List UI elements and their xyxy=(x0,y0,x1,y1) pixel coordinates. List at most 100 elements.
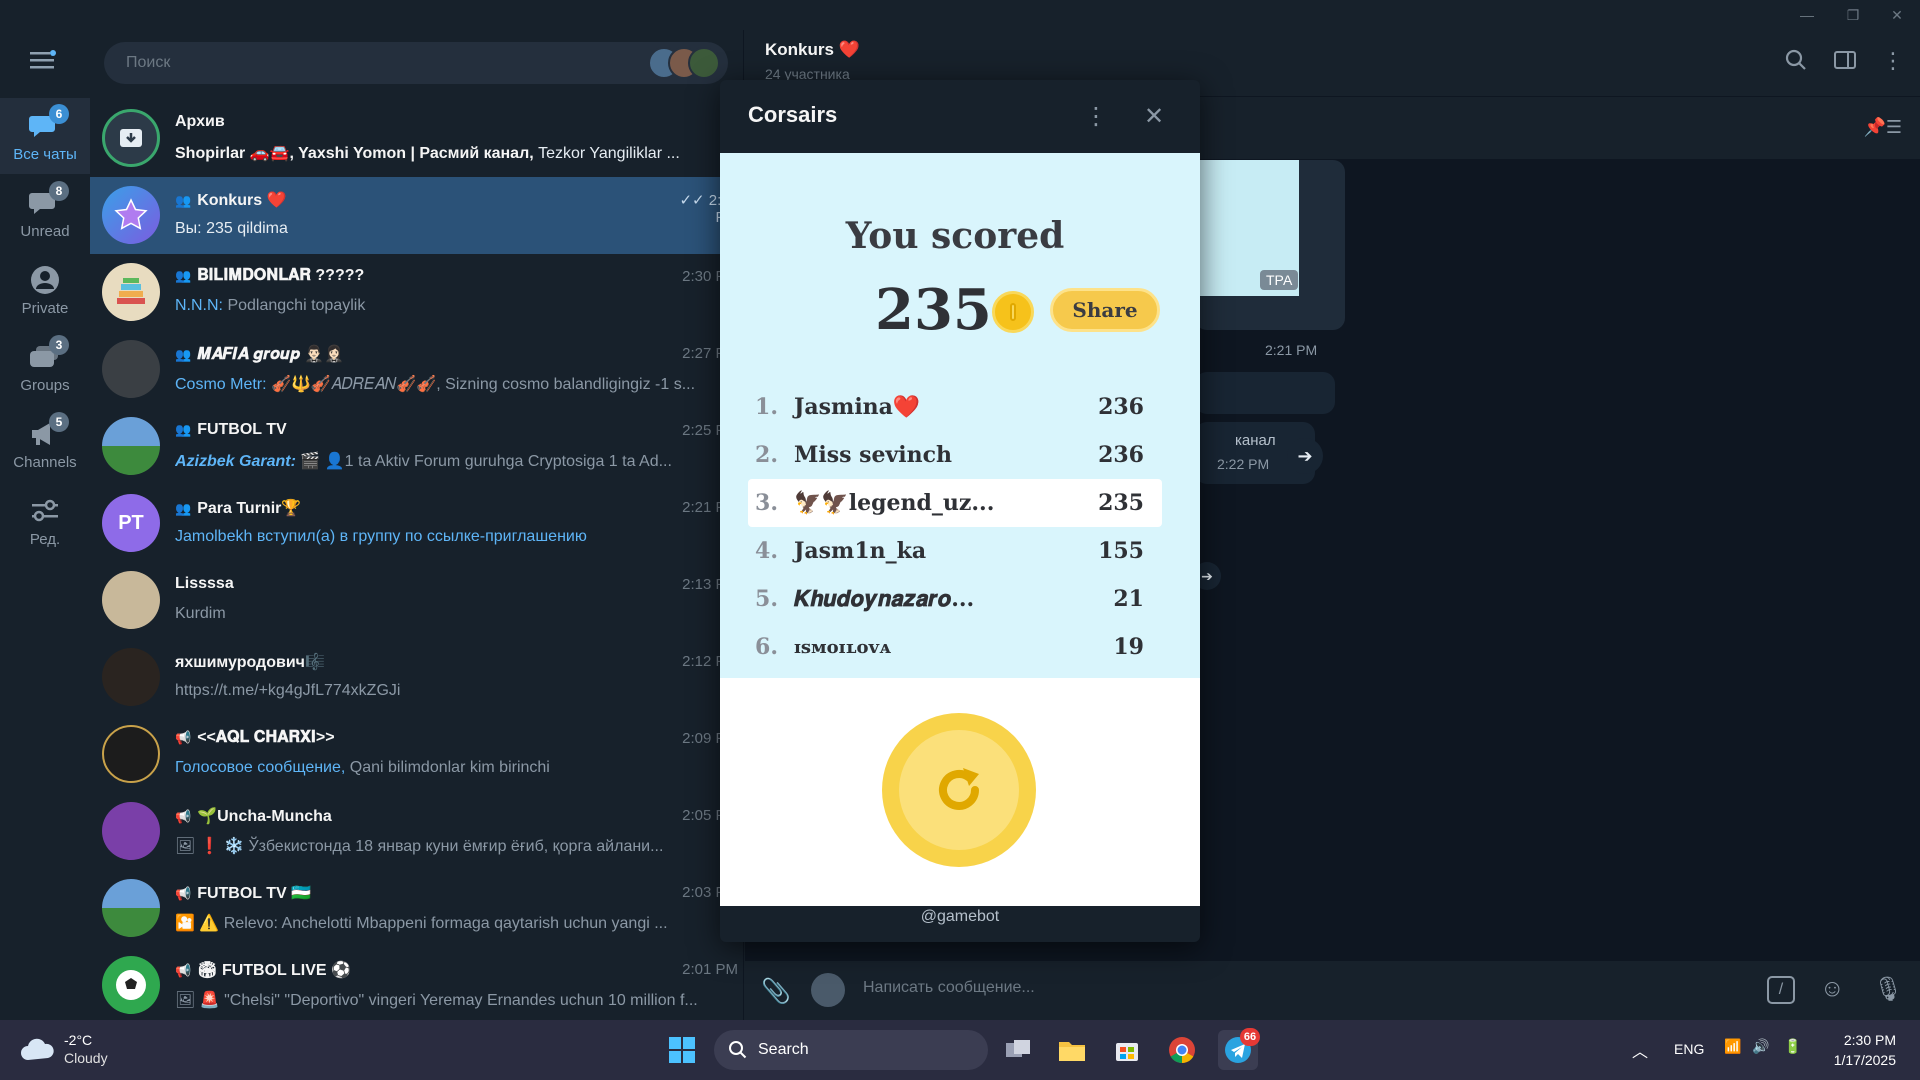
bot-username: @gamebot xyxy=(920,908,1000,925)
title-bar: — ❐ ✕ xyxy=(0,0,1920,30)
weather-widget[interactable]: -2°C Cloudy xyxy=(20,1032,130,1072)
story-avatar[interactable] xyxy=(688,47,720,79)
restore-button[interactable]: ❐ xyxy=(1830,0,1876,30)
weather-temperature: -2°C xyxy=(64,1032,93,1048)
chat-item-archive[interactable]: Архив Shopirlar 🚗🚘, Yaxshi Yomon | Расми… xyxy=(90,100,744,177)
cloud-icon xyxy=(21,1038,54,1060)
message-bubble[interactable] xyxy=(1195,372,1335,414)
chat-item-futbol-live[interactable]: 📢 🏟 FUTBOL LIVE ⚽ 2:01 PM 🖼 🚨 "Chelsi" "D… xyxy=(90,947,744,1024)
chat-avatar xyxy=(102,340,160,398)
folder-label: Unread xyxy=(20,222,70,240)
replay-button[interactable] xyxy=(882,713,1036,867)
hamburger-menu-icon[interactable] xyxy=(28,48,62,78)
group-icon: 👥 xyxy=(175,347,192,362)
chat-preview: Kurdim xyxy=(175,605,226,622)
clock-date[interactable]: 1/17/2025 xyxy=(1820,1052,1896,1068)
chat-preview: Azizbek Garant: 🎬 👤1 ta Aktiv Forum guru… xyxy=(175,453,672,470)
clock-time[interactable]: 2:30 PM xyxy=(1830,1032,1896,1048)
search-input[interactable]: Поиск xyxy=(104,42,728,84)
message-input[interactable]: Написать сообщение... xyxy=(863,979,1035,997)
taskbar-search[interactable]: Search xyxy=(714,1030,988,1070)
chat-item-aql-charxi[interactable]: 📢 <<𝐀𝐐𝐋 𝐂𝐇𝐀𝐑𝐗𝐈>> 2:09 PM Голосовое сообще… xyxy=(90,716,744,793)
folder-edit[interactable]: Ред. xyxy=(0,483,90,559)
recent-stories[interactable] xyxy=(648,47,722,79)
folder-groups[interactable]: 3 Groups xyxy=(0,329,90,405)
telegram-icon[interactable]: 66 xyxy=(1218,1028,1260,1070)
megaphone-icon: 5 xyxy=(27,411,69,450)
chat-item-bilimdonlar[interactable]: 👥 𝐁𝐈𝐋𝐈𝐌𝐃𝐎𝐍𝐋𝐀𝐑 ????? 2:30 PM N.N.N: Podlan… xyxy=(90,254,744,331)
group-icon: 👥 xyxy=(175,422,192,437)
more-vertical-icon[interactable]: ⋮ xyxy=(1878,48,1908,78)
star-icon xyxy=(102,186,160,244)
chat-item-lissssa[interactable]: Lissssa 2:13 PM Kurdim xyxy=(90,562,744,639)
leaderboard-row: 2. Miss sevinch 236 xyxy=(755,442,1144,468)
chat-name: яхшимуродович🎼 xyxy=(175,654,325,671)
folder-unread[interactable]: 8 Unread xyxy=(0,175,90,251)
minimize-button[interactable]: — xyxy=(1784,0,1830,30)
folder-channels[interactable]: 5 Channels xyxy=(0,406,90,482)
chat-avatar xyxy=(102,879,160,937)
folder-label: Все чаты xyxy=(13,145,77,163)
chat-avatar xyxy=(102,417,160,475)
coin-icon xyxy=(992,291,1034,333)
folder-label: Ред. xyxy=(29,530,61,548)
folder-rail: 6 Все чаты 8 Unread Private 3 Groups 5 C… xyxy=(0,30,90,1020)
avatar[interactable] xyxy=(811,973,845,1007)
more-vertical-icon[interactable]: ⋮ xyxy=(1080,100,1112,132)
media-message[interactable]: ТРА xyxy=(1195,160,1345,330)
message-time: 2:21 PM xyxy=(1265,342,1318,358)
file-explorer-icon[interactable] xyxy=(1052,1030,1092,1070)
chat-item-futbol-tv-uz[interactable]: 📢 FUTBOL TV 🇺🇿 2:03 PM 🎦 ⚠️ Relevo: Anche… xyxy=(90,870,744,947)
microphone-icon[interactable]: 🎙 xyxy=(1873,975,1903,1004)
bot-commands-icon[interactable]: / xyxy=(1767,976,1795,1004)
language-indicator[interactable]: ENG xyxy=(1674,1041,1704,1057)
close-window-button[interactable]: ✕ xyxy=(1874,0,1920,30)
chat-preview: Shopirlar 🚗🚘, Yaxshi Yomon | Расмий кана… xyxy=(175,145,680,162)
folder-private[interactable]: Private xyxy=(0,252,90,328)
chat-preview: https://t.me/+kg4gJfL774xkZGJi xyxy=(175,682,401,699)
forward-icon[interactable]: ➔ xyxy=(1287,438,1323,474)
media-tag: ТРА xyxy=(1260,270,1299,290)
chat-name: Архив xyxy=(175,113,225,130)
message-composer[interactable]: 📎 Написать сообщение... / ☺ 🎙 xyxy=(745,961,1920,1020)
folder-label: Channels xyxy=(13,453,77,471)
share-button[interactable]: Share xyxy=(1050,288,1160,332)
replay-icon xyxy=(899,730,1019,850)
chat-list-panel: Поиск Архив Shopirlar 🚗🚘, Yaxshi Yomon |… xyxy=(90,30,744,1020)
chat-name: 👥 Konkurs ❤️ xyxy=(175,192,287,209)
chat-item-para-turnir[interactable]: PT 👥 Para Turnir🏆 2:21 PM Jamolbekh вступ… xyxy=(90,485,744,562)
emoji-icon[interactable]: ☺ xyxy=(1820,975,1845,1003)
scored-heading: You scored xyxy=(845,215,1065,257)
sidebar-toggle-icon[interactable] xyxy=(1830,48,1860,78)
chat-name: 📢 🏟 FUTBOL LIVE ⚽ xyxy=(175,962,351,979)
chat-name: 👥 𝐁𝐈𝐋𝐈𝐌𝐃𝐎𝐍𝐋𝐀𝐑 ????? xyxy=(175,267,365,284)
chat-item-futbol-tv[interactable]: 👥 FUTBOL TV 2:25 PM Azizbek Garant: 🎬 👤1 … xyxy=(90,408,744,485)
chat-time: 2:01 PM xyxy=(682,961,738,978)
start-icon[interactable] xyxy=(662,1030,702,1070)
chats-icon: 6 xyxy=(27,103,69,142)
megaphone-icon: 📢 xyxy=(175,963,192,978)
search-icon[interactable] xyxy=(1781,48,1811,78)
chat-name: 👥 FUTBOL TV xyxy=(175,421,287,438)
folder-badge: 8 xyxy=(49,180,69,201)
battery-icon[interactable]: 🔋 xyxy=(1784,1038,1801,1055)
chat-item-uncha-muncha[interactable]: 📢 🌱Uncha-Muncha 2:05 PM 🖼 ❗ ❄️ Ўзбекистон… xyxy=(90,793,744,870)
folder-all-chats[interactable]: 6 Все чаты xyxy=(0,98,90,174)
close-icon[interactable]: ✕ xyxy=(1138,100,1170,132)
chat-preview: 🎦 ⚠️ Relevo: Anchelotti Mbappeni formaga… xyxy=(175,915,668,932)
chevron-up-icon[interactable]: ︿ xyxy=(1632,1038,1648,1062)
group-icon: 👥 xyxy=(175,193,192,208)
task-view-icon[interactable] xyxy=(998,1030,1038,1070)
pinned-list-icon[interactable]: 📌☰ xyxy=(1863,117,1902,138)
chat-item-yaxshimurodovich[interactable]: яхшимуродович🎼 2:12 PM https://t.me/+kg4… xyxy=(90,639,744,716)
wifi-icon[interactable]: 📶 xyxy=(1724,1038,1741,1055)
chat-item-mafia[interactable]: 👥 𝑴𝑨𝑭𝑰𝑨 𝒈𝒓𝒐𝒖𝒑 🤵🏻‍♂️🤵🏻‍♀️ 2:27 PM Cosmo Me… xyxy=(90,331,744,408)
volume-icon[interactable]: 🔊 xyxy=(1752,1038,1769,1055)
chat-item-konkurs[interactable]: 👥Konkurs ❤️ ✓✓ 2:30 PM Вы: 235 qildima xyxy=(90,177,744,254)
modal-title: Corsairs xyxy=(748,102,838,127)
attach-icon[interactable]: 📎 xyxy=(761,977,791,1006)
chrome-icon[interactable] xyxy=(1162,1030,1202,1070)
chat-avatar xyxy=(102,802,160,860)
chat-avatar-initials: PT xyxy=(102,494,160,552)
store-icon[interactable] xyxy=(1107,1030,1147,1070)
